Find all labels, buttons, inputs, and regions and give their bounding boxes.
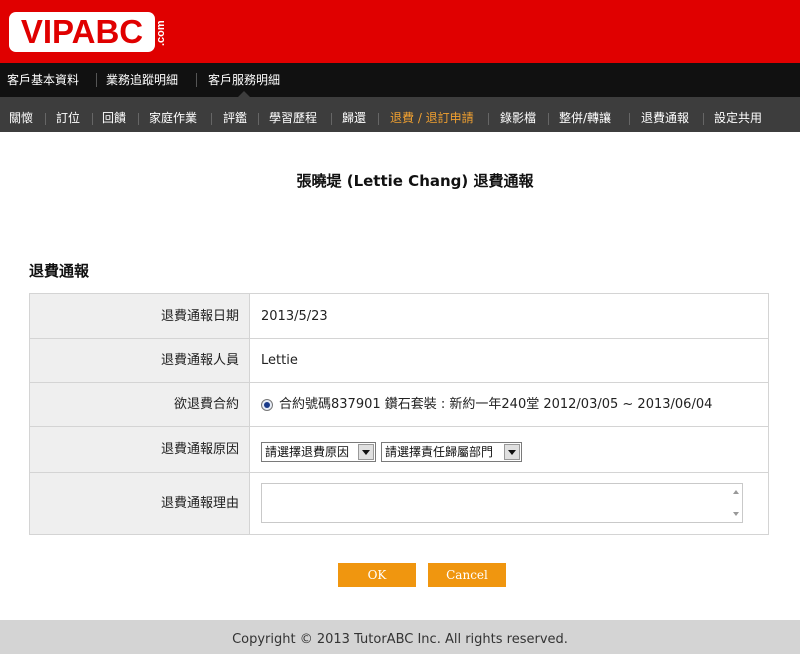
logo-text: VIPABC [20, 13, 144, 50]
tab-refund-report[interactable]: 退費通報 [641, 97, 689, 132]
contract-radio[interactable] [261, 399, 273, 411]
nav-divider [488, 113, 489, 125]
page-title: 張曉堤 (Lettie Chang) 退費通報 [296, 172, 534, 190]
tab-recordings[interactable]: 錄影檔 [500, 97, 536, 132]
contract-text: 合約號碼837901 鑽石套裝 : 新約一年240堂 2012/03/05 ~ … [279, 397, 713, 412]
chevron-down-icon[interactable] [504, 444, 520, 460]
nav-divider [138, 113, 139, 125]
secondary-nav: 關懷 訂位 回饋 家庭作業 評鑑 學習歷程 歸還 退費 / 退訂申請 錄影檔 整… [0, 97, 800, 132]
nav-divider [92, 113, 93, 125]
nav-divider [378, 113, 379, 125]
form-row-staff: 退費通報人員 Lettie [30, 339, 768, 383]
nav-divider [703, 113, 704, 125]
form-row-reason: 退費通報原因 請選擇退費原因 請選擇責任歸屬部門 [30, 427, 768, 473]
logo-suffix: .com [155, 20, 167, 46]
department-select[interactable]: 請選擇責任歸屬部門 [381, 442, 522, 462]
date-label: 退費通報日期 [30, 294, 250, 338]
reason-label: 退費通報原因 [30, 427, 250, 472]
nav-divider [45, 113, 46, 125]
nav-divider [331, 113, 332, 125]
explanation-cell [250, 473, 768, 534]
ok-button[interactable]: OK [338, 563, 416, 587]
explanation-textarea[interactable] [261, 483, 743, 523]
nav-sales-tracking[interactable]: 業務追蹤明細 [106, 63, 178, 97]
scroll-up-icon[interactable] [733, 490, 739, 494]
nav-divider [629, 113, 630, 125]
top-banner: VIPABC .com [0, 0, 800, 63]
refund-reason-selected: 請選擇退費原因 [265, 445, 350, 459]
staff-label: 退費通報人員 [30, 339, 250, 382]
reason-selects: 請選擇退費原因 請選擇責任歸屬部門 [261, 427, 768, 472]
tab-feedback[interactable]: 回饋 [102, 97, 126, 132]
nav-divider [211, 113, 212, 125]
section-title: 退費通報 [29, 262, 90, 280]
nav-divider [196, 73, 197, 87]
nav-divider [258, 113, 259, 125]
tab-merge-transfer[interactable]: 整併/轉讓 [559, 97, 611, 132]
tab-evaluation[interactable]: 評鑑 [223, 97, 247, 132]
date-value: 2013/5/23 [261, 309, 328, 324]
scroll-down-icon[interactable] [733, 512, 739, 516]
explanation-label: 退費通報理由 [30, 473, 250, 534]
tab-return[interactable]: 歸還 [342, 97, 366, 132]
tab-shared-settings[interactable]: 設定共用 [714, 97, 762, 132]
refund-reason-select[interactable]: 請選擇退費原因 [261, 442, 376, 462]
contract-label: 欲退費合約 [30, 383, 250, 426]
contract-option[interactable]: 合約號碼837901 鑽石套裝 : 新約一年240堂 2012/03/05 ~ … [261, 383, 768, 426]
tab-booking[interactable]: 訂位 [56, 97, 80, 132]
nav-divider [548, 113, 549, 125]
form-row-date: 退費通報日期 2013/5/23 [30, 294, 768, 339]
chevron-down-icon[interactable] [358, 444, 374, 460]
tab-homework[interactable]: 家庭作業 [149, 97, 197, 132]
form-row-explanation: 退費通報理由 [30, 473, 768, 535]
refund-report-form: 退費通報日期 2013/5/23 退費通報人員 Lettie 欲退費合約 合約號… [29, 293, 769, 535]
cancel-button[interactable]: Cancel [428, 563, 506, 587]
form-row-contract: 欲退費合約 合約號碼837901 鑽石套裝 : 新約一年240堂 2012/03… [30, 383, 768, 427]
tab-refund-request[interactable]: 退費 / 退訂申請 [390, 97, 474, 132]
staff-value: Lettie [261, 353, 298, 368]
footer-copyright: Copyright © 2013 TutorABC Inc. All right… [0, 620, 800, 654]
tab-learning-history[interactable]: 學習歷程 [269, 97, 317, 132]
nav-customer-info[interactable]: 客戶基本資料 [7, 63, 79, 97]
primary-nav: 客戶基本資料 業務追蹤明細 客戶服務明細 [0, 63, 800, 97]
nav-divider [96, 73, 97, 87]
tab-care[interactable]: 關懷 [9, 97, 33, 132]
vipabc-logo[interactable]: VIPABC .com [9, 12, 168, 52]
department-selected: 請選擇責任歸屬部門 [385, 445, 494, 459]
